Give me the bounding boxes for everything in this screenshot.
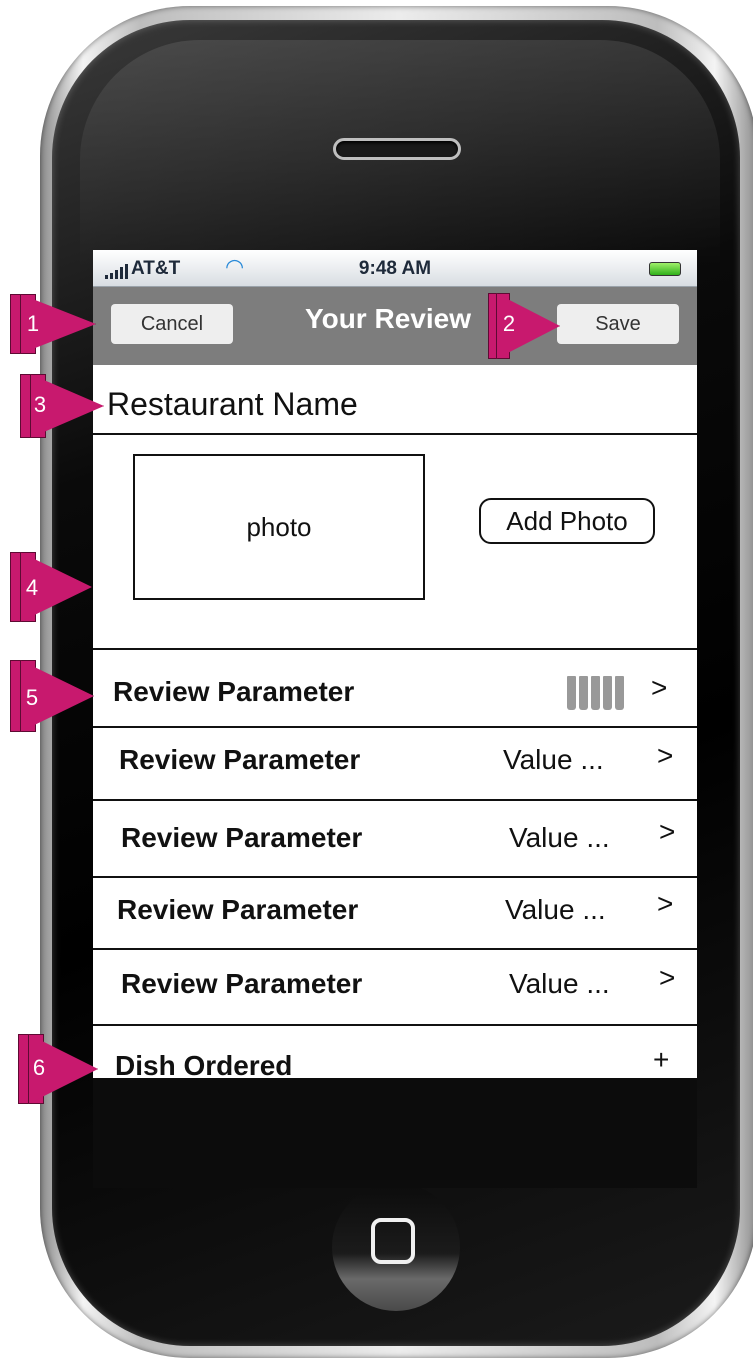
battery-icon bbox=[649, 262, 681, 276]
earpiece-speaker bbox=[333, 138, 461, 160]
divider bbox=[93, 876, 697, 878]
chevron-right-icon: > bbox=[657, 740, 674, 771]
navigation-bar: Cancel Your Review Save bbox=[93, 287, 697, 365]
review-row-value: Value ... bbox=[509, 822, 610, 853]
chevron-right-icon: > bbox=[659, 816, 676, 847]
photo-placeholder: photo bbox=[133, 454, 425, 600]
review-row-value: Value ... bbox=[505, 894, 606, 925]
divider bbox=[93, 1024, 697, 1026]
review-row-value: Value ... bbox=[509, 968, 610, 999]
chevron-right-icon: > bbox=[659, 962, 676, 993]
review-row-value: Value ... bbox=[503, 744, 604, 775]
review-row-label: Review Parameter bbox=[121, 822, 363, 853]
divider bbox=[93, 799, 697, 801]
add-dish-icon[interactable]: + bbox=[653, 1044, 669, 1076]
status-bar: AT&T ◠ 9:48 AM bbox=[93, 250, 697, 287]
callout-number: 6 bbox=[32, 1055, 46, 1080]
review-row-label: Review Parameter bbox=[119, 744, 361, 775]
divider bbox=[93, 948, 697, 950]
callout-number: 5 bbox=[25, 685, 39, 710]
chevron-right-icon: > bbox=[651, 672, 668, 703]
chevron-right-icon: > bbox=[657, 888, 674, 919]
callout-number: 1 bbox=[26, 311, 40, 336]
screen: AT&T ◠ 9:48 AM Cancel Your Review Save R… bbox=[93, 250, 697, 1080]
page-title: Your Review bbox=[305, 303, 471, 334]
divider bbox=[93, 726, 697, 728]
callout-number: 3 bbox=[33, 392, 47, 417]
dish-ordered-label: Dish Ordered bbox=[115, 1050, 293, 1080]
screen-bottom-bezel bbox=[93, 1078, 697, 1188]
divider bbox=[93, 433, 697, 435]
fork-rating-icon bbox=[567, 676, 624, 710]
callout-number: 4 bbox=[25, 575, 39, 600]
status-time: 9:48 AM bbox=[358, 258, 432, 279]
review-row-label: Review Parameter bbox=[117, 894, 359, 925]
divider bbox=[93, 648, 697, 650]
cancel-button[interactable]: Cancel bbox=[111, 304, 233, 344]
review-row-label: Review Parameter bbox=[113, 676, 355, 707]
restaurant-name-field[interactable]: Restaurant Name bbox=[107, 386, 358, 423]
callout-number: 2 bbox=[502, 311, 516, 336]
review-row-label: Review Parameter bbox=[121, 968, 363, 999]
home-square-icon bbox=[371, 1218, 415, 1264]
save-button[interactable]: Save bbox=[557, 304, 679, 344]
add-photo-button[interactable]: Add Photo bbox=[479, 498, 655, 544]
